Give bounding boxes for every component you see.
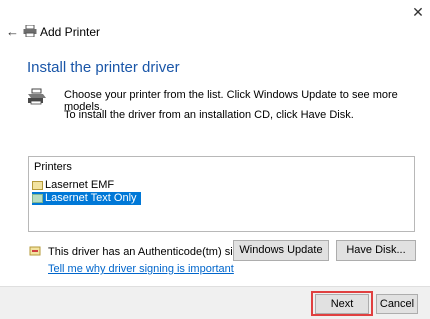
page-heading: Install the printer driver: [27, 59, 180, 76]
windows-update-button[interactable]: Windows Update: [233, 240, 329, 261]
signature-icon: [29, 245, 41, 257]
close-icon[interactable]: ✕: [410, 4, 426, 20]
description-line-2: To install the driver from an installati…: [64, 109, 354, 121]
printers-list-header: Printers: [34, 161, 72, 173]
printer-icon: [23, 24, 37, 38]
cancel-button[interactable]: Cancel: [376, 294, 418, 314]
printer-icon: [27, 88, 47, 106]
window-title: Add Printer: [40, 25, 101, 39]
list-item[interactable]: Lasernet EMF: [32, 179, 114, 192]
driver-signing-link[interactable]: Tell me why driver signing is important: [48, 263, 234, 275]
driver-folder-icon: [32, 194, 43, 203]
back-arrow-icon[interactable]: ←: [6, 25, 20, 39]
list-item-label: Lasernet Text Only: [45, 192, 137, 204]
list-item-label: Lasernet EMF: [45, 179, 115, 191]
driver-folder-icon: [32, 181, 43, 190]
next-highlight-box: [311, 291, 373, 316]
list-item-selected[interactable]: Lasernet Text Only: [32, 192, 141, 205]
printers-listbox[interactable]: Printers Lasernet EMF Lasernet Text Only: [28, 156, 415, 232]
have-disk-button[interactable]: Have Disk...: [336, 240, 416, 261]
